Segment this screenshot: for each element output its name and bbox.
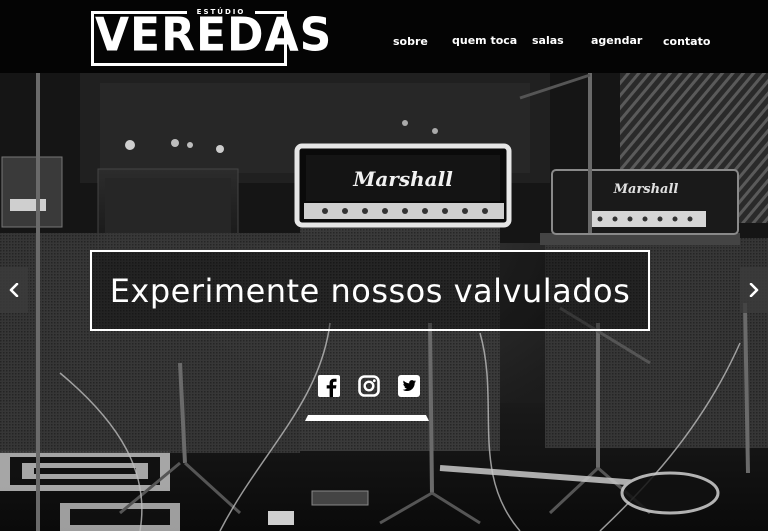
twitter-link[interactable] (398, 375, 420, 397)
nav-item-salas[interactable]: salas (532, 34, 564, 47)
nav-item-contato[interactable]: contato (663, 35, 710, 48)
instagram-link[interactable] (358, 375, 380, 397)
nav-item-sobre[interactable]: sobre (393, 35, 428, 48)
nav-item-agendar[interactable]: agendar (591, 34, 642, 47)
hero-caption: Experimente nossos valvulados (109, 271, 631, 310)
main-nav: sobre quem toca salas agendar contato (380, 0, 720, 73)
hero-slider: Marshall Marshall Experimente nossos val… (0, 73, 768, 531)
chevron-right-icon (749, 283, 759, 297)
slider-next-button[interactable] (740, 267, 768, 313)
instagram-icon (358, 375, 380, 397)
social-underline-bar (305, 415, 429, 421)
facebook-icon (318, 375, 340, 397)
logo-wordmark: VEREDAS (95, 8, 333, 63)
marshall-logo-right: Marshall (613, 182, 679, 197)
hero-caption-box: Experimente nossos valvulados (90, 250, 650, 331)
slider-prev-button[interactable] (0, 267, 28, 313)
chevron-left-icon (9, 283, 19, 297)
facebook-link[interactable] (318, 375, 340, 397)
site-header: ESTÚDIO VEREDAS sobre quem toca salas ag… (0, 0, 768, 73)
logo[interactable]: ESTÚDIO VEREDAS (91, 8, 333, 66)
nav-item-quem-toca[interactable]: quem toca (452, 34, 517, 47)
marshall-logo-center: Marshall (352, 167, 453, 191)
twitter-icon (398, 375, 420, 397)
